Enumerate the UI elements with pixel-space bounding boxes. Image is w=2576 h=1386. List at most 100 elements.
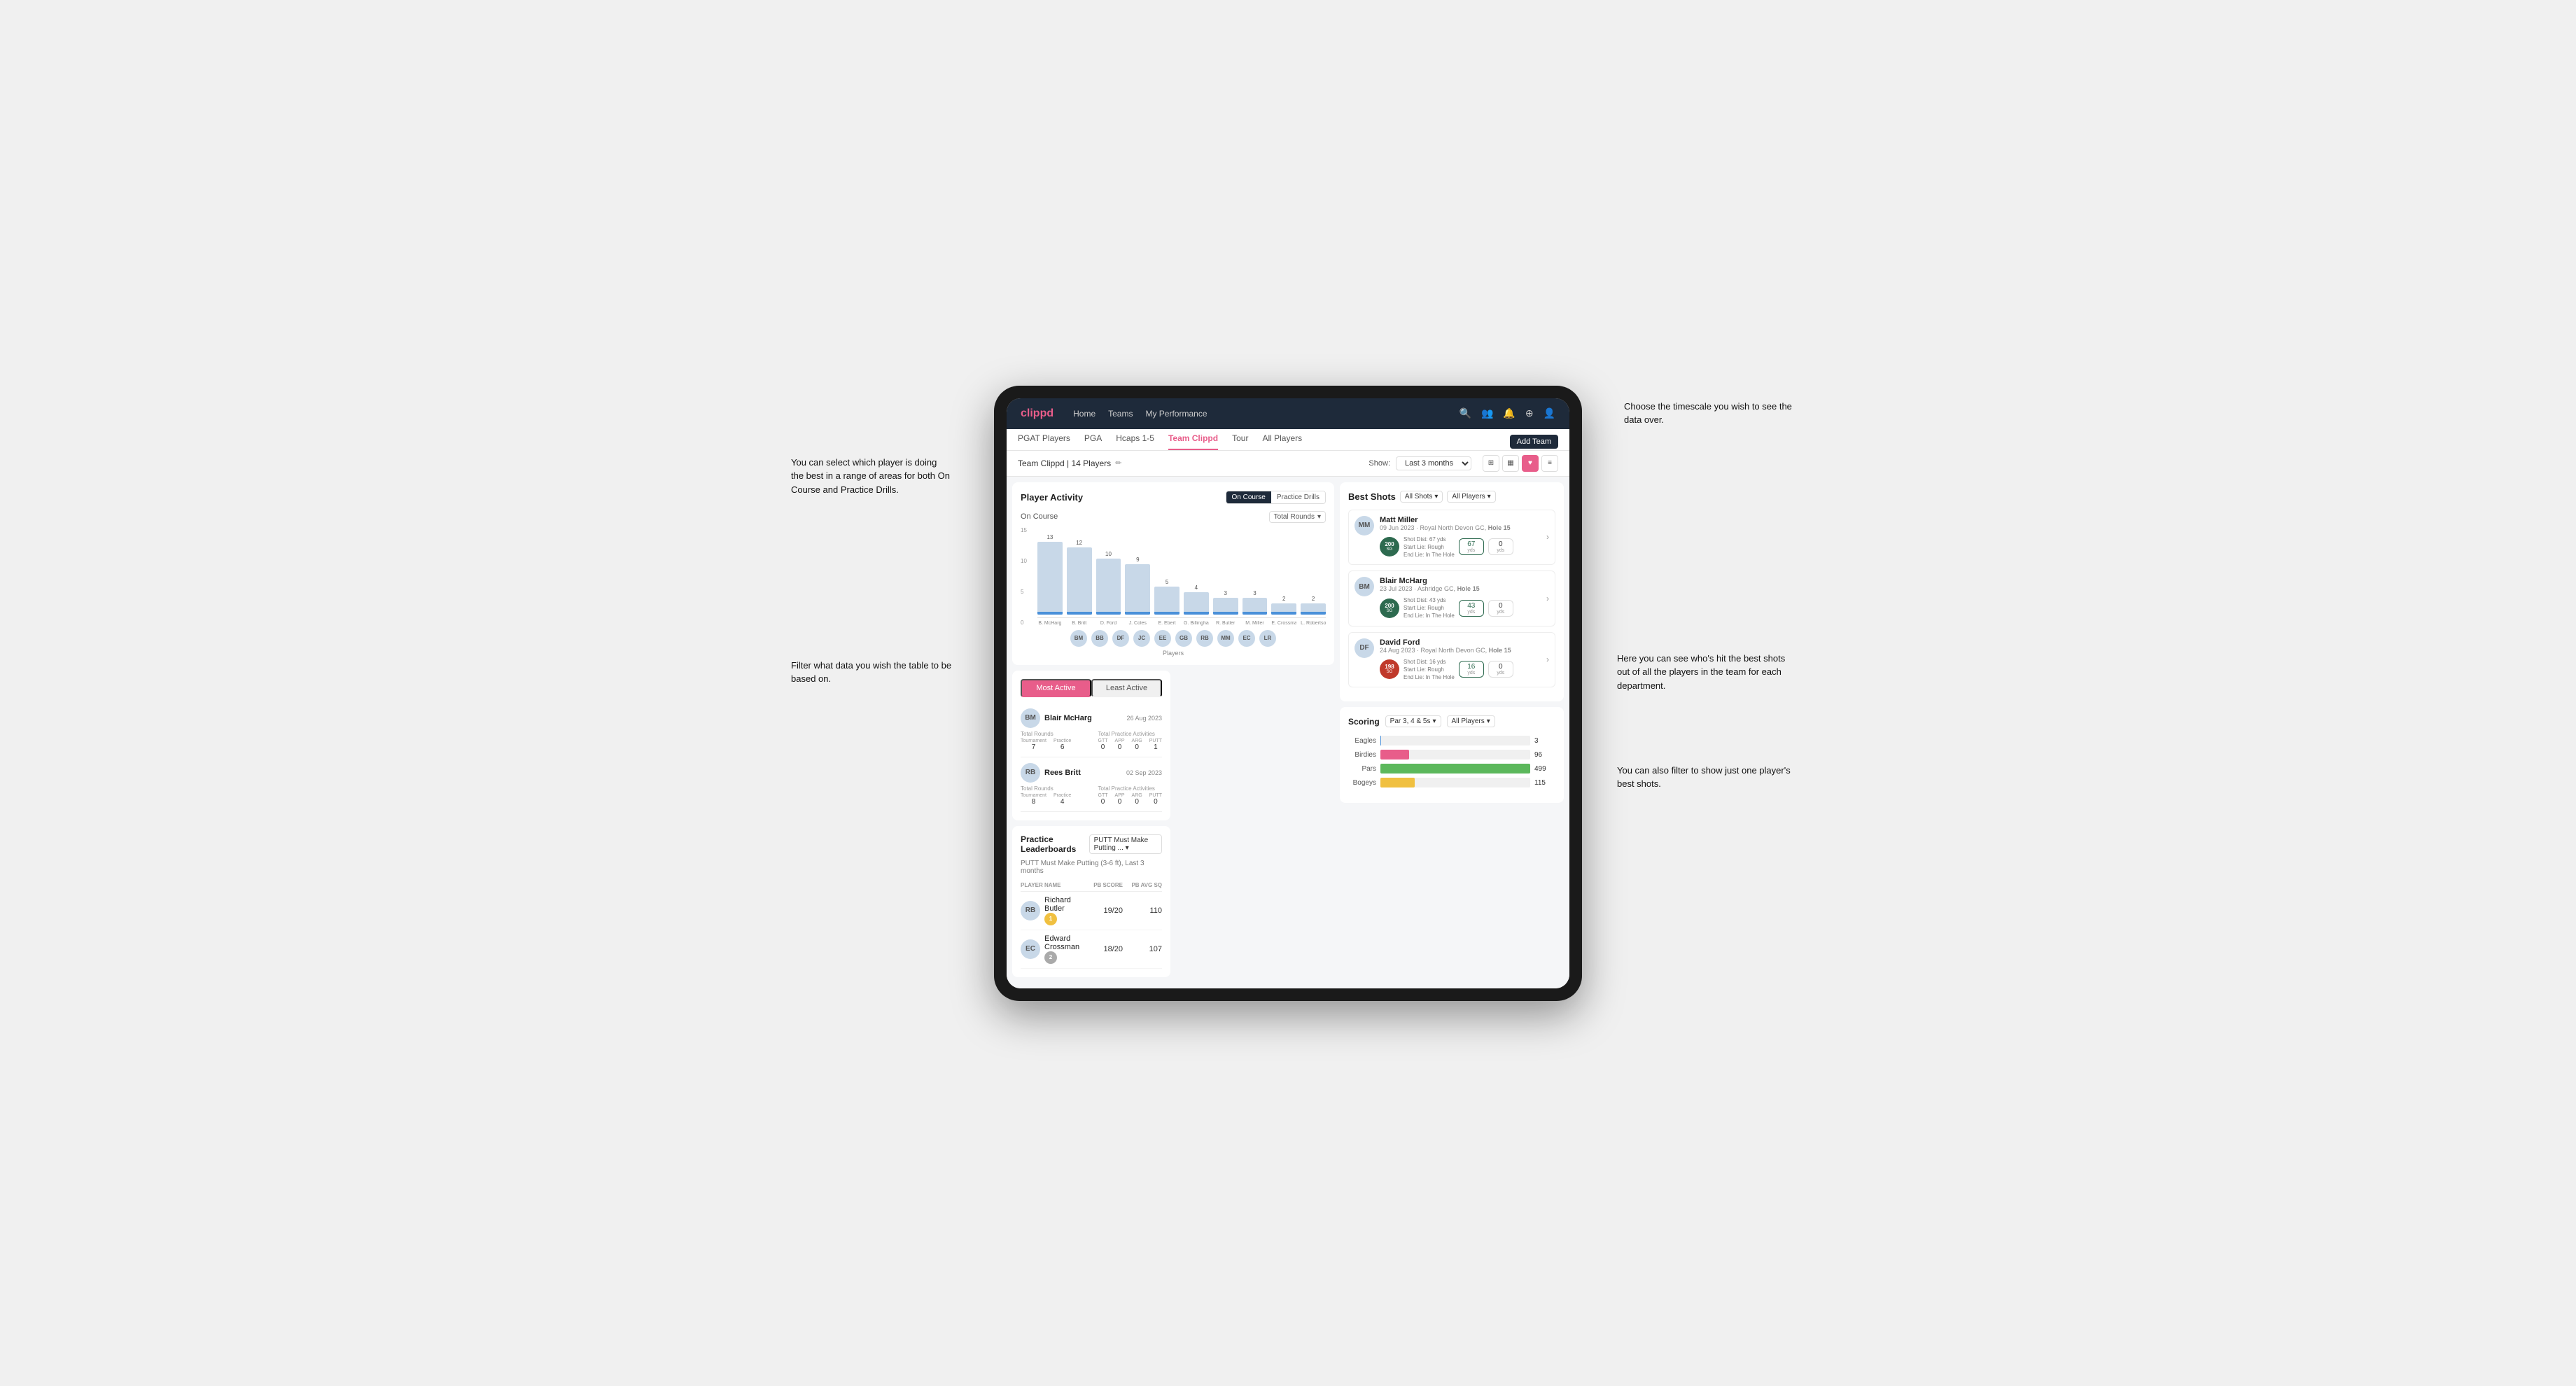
shot-info-blair: Blair McHarg 23 Jul 2023 · Ashridge GC, … [1380, 577, 1541, 620]
eagles-label: Eagles [1348, 737, 1376, 745]
bar-group-2: 10 [1096, 551, 1121, 615]
most-active-panel: Most Active Least Active BM Blair McHarg… [1012, 671, 1170, 820]
stat-box-matt-2: 0 yds [1488, 538, 1513, 555]
bell-icon[interactable]: 🔔 [1503, 407, 1515, 419]
chart-filter-dropdown[interactable]: Total Rounds ▾ [1269, 511, 1326, 523]
chart-label-1: B. Britt [1067, 621, 1092, 626]
tab-all-players[interactable]: All Players [1262, 433, 1302, 450]
chart-labels: B. McHargB. BrittD. FordJ. ColesE. Ebert… [1037, 621, 1326, 626]
scoring-filter1[interactable]: Par 3, 4 & 5s ▾ [1385, 715, 1441, 727]
bar-5[interactable] [1184, 592, 1209, 615]
activity-name-blair: Blair McHarg [1044, 714, 1092, 722]
bar-3[interactable] [1125, 564, 1150, 615]
tab-actions: Add Team [1510, 435, 1558, 449]
shot-card-david: DF David Ford 24 Aug 2023 · Royal North … [1348, 632, 1555, 688]
tab-pgat-players[interactable]: PGAT Players [1018, 433, 1070, 450]
heart-view-btn[interactable]: ♥ [1522, 455, 1539, 472]
all-players-dropdown[interactable]: All Players ▾ [1447, 491, 1495, 503]
period-dropdown[interactable]: Last 3 months Last 6 months Last year [1396, 456, 1471, 470]
bar-9[interactable] [1301, 603, 1326, 615]
nav-logo: clippd [1021, 407, 1054, 420]
player-avatar-richard: RB [1021, 901, 1040, 920]
cards-view-btn[interactable]: ▦ [1502, 455, 1519, 472]
y-axis: 15 10 5 0 [1021, 527, 1035, 626]
bogeys-bar-wrap [1380, 778, 1530, 788]
tab-bar: PGAT Players PGA Hcaps 1-5 Team Clippd T… [1007, 429, 1569, 451]
bar-0[interactable] [1037, 542, 1063, 615]
stat-box-matt-1: 67 yds [1459, 538, 1484, 555]
tab-team-clippd[interactable]: Team Clippd [1168, 433, 1218, 450]
on-course-toggle[interactable]: On Course [1226, 491, 1271, 503]
most-active-tab[interactable]: Most Active [1021, 679, 1091, 697]
avatar-chart-7: MM [1217, 630, 1234, 647]
stat-box-blair-1: 43 yds [1459, 600, 1484, 617]
bar-4[interactable] [1154, 587, 1180, 615]
shot-detail-blair: 23 Jul 2023 · Ashridge GC, Hole 15 [1380, 585, 1541, 592]
eagles-bar-wrap [1380, 736, 1530, 746]
birdies-bar [1380, 750, 1409, 760]
chart-section: On Course Total Rounds ▾ 15 10 [1021, 511, 1326, 657]
scoring-filter2[interactable]: All Players ▾ [1447, 715, 1495, 727]
bar-6[interactable] [1213, 598, 1238, 615]
bar-2[interactable] [1096, 559, 1121, 615]
annotation-left-bottom: Filter what data you wish the table to b… [791, 659, 952, 686]
bar-chart: 1312109543322 [1037, 527, 1326, 618]
tab-hcaps[interactable]: Hcaps 1-5 [1116, 433, 1154, 450]
team-label: Team Clippd | 14 Players [1018, 458, 1111, 468]
chart-label-8: E. Crossman [1271, 621, 1296, 626]
annotation-left-top: You can select which player is doing the… [791, 456, 952, 497]
panel-header: Player Activity On Course Practice Drill… [1021, 491, 1326, 504]
show-section: Show: Last 3 months Last 6 months Last y… [1368, 455, 1558, 472]
shot-card-matt: MM Matt Miller 09 Jun 2023 · Royal North… [1348, 510, 1555, 566]
drill-filter[interactable]: PUTT Must Make Putting ... ▾ [1089, 834, 1162, 854]
chevron-matt[interactable]: › [1546, 532, 1549, 542]
grid-view-btn[interactable]: ⊞ [1483, 455, 1499, 472]
chevron-david[interactable]: › [1546, 654, 1549, 664]
chevron-blair[interactable]: › [1546, 594, 1549, 603]
avatar-chart-8: EC [1238, 630, 1255, 647]
best-shots-header: Best Shots All Shots ▾ All Players ▾ [1348, 491, 1555, 503]
search-icon[interactable]: 🔍 [1460, 407, 1471, 419]
activity-card-header-rees: RB Rees Britt 02 Sep 2023 [1021, 763, 1162, 783]
all-shots-dropdown[interactable]: All Shots ▾ [1400, 491, 1443, 503]
add-team-button[interactable]: Add Team [1510, 435, 1558, 449]
practice-header: Practice Leaderboards PUTT Must Make Put… [1021, 834, 1162, 854]
th-pb-avg: PB AVG SQ [1127, 882, 1162, 888]
player-row: EC Edward Crossman 2 18/20 107 [1021, 930, 1162, 969]
nav-my-performance[interactable]: My Performance [1145, 409, 1207, 419]
player-activity-panel: Player Activity On Course Practice Drill… [1012, 482, 1334, 665]
people-icon[interactable]: 👥 [1481, 407, 1493, 419]
avatar-icon[interactable]: 👤 [1544, 407, 1555, 419]
pars-bar [1380, 764, 1530, 774]
practice-drills-toggle[interactable]: Practice Drills [1271, 491, 1325, 503]
pars-label: Pars [1348, 765, 1376, 773]
avatar-chart-9: LR [1259, 630, 1276, 647]
scoring-header: Scoring Par 3, 4 & 5s ▾ All Players ▾ [1348, 715, 1555, 727]
bogeys-value: 115 [1534, 779, 1555, 787]
shot-detail-matt: 09 Jun 2023 · Royal North Devon GC, Hole… [1380, 524, 1541, 531]
bar-7[interactable] [1242, 598, 1268, 615]
scoring-panel: Scoring Par 3, 4 & 5s ▾ All Players ▾ Ea… [1340, 707, 1564, 803]
shot-card-blair: BM Blair McHarg 23 Jul 2023 · Ashridge G… [1348, 570, 1555, 626]
rank-1-badge: 1 [1044, 913, 1057, 925]
tab-tour[interactable]: Tour [1232, 433, 1248, 450]
activity-card-rees: RB Rees Britt 02 Sep 2023 Total Rounds [1021, 757, 1162, 812]
least-active-tab[interactable]: Least Active [1091, 679, 1162, 697]
birdies-value: 96 [1534, 751, 1555, 759]
shot-stats-blair: 200 SG Shot Dist: 43 ydsStart Lie: Rough… [1380, 596, 1541, 620]
scoring-row-bogeys: Bogeys 115 [1348, 778, 1555, 788]
edit-icon[interactable]: ✏ [1115, 458, 1121, 468]
score-richard: 19/20 [1088, 906, 1123, 915]
nav-home[interactable]: Home [1073, 409, 1096, 419]
stat-box-blair-2: 0 yds [1488, 600, 1513, 617]
list-view-btn[interactable]: ≡ [1541, 455, 1558, 472]
page-wrapper: Choose the timescale you wish to see the… [798, 386, 1778, 1001]
shot-info-matt: Matt Miller 09 Jun 2023 · Royal North De… [1380, 516, 1541, 559]
bar-group-6: 3 [1213, 590, 1238, 615]
tab-pga[interactable]: PGA [1084, 433, 1102, 450]
add-circle-icon[interactable]: ⊕ [1525, 407, 1534, 419]
nav-teams[interactable]: Teams [1108, 409, 1133, 419]
stat-box-david-1: 16 yds [1459, 661, 1484, 678]
bar-1[interactable] [1067, 547, 1092, 615]
bar-8[interactable] [1271, 603, 1296, 615]
